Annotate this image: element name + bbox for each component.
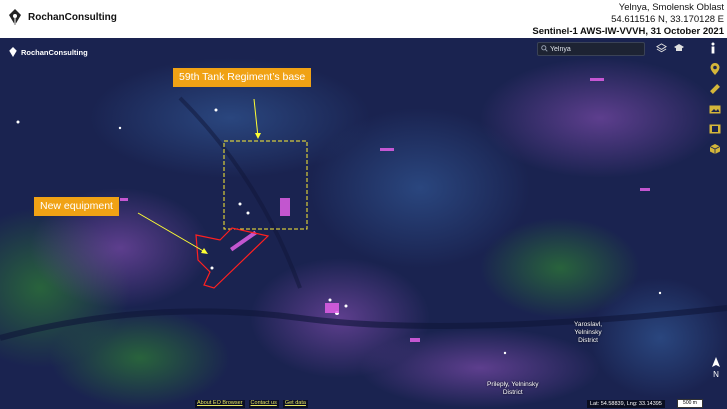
svg-text:N: N <box>713 370 719 379</box>
location-search[interactable] <box>537 42 645 56</box>
film-icon[interactable] <box>708 122 722 136</box>
pin-icon[interactable] <box>708 62 722 76</box>
search-input[interactable] <box>538 45 630 53</box>
brand-logo: RochanConsulting <box>6 8 117 26</box>
get-data-link[interactable]: Get data <box>282 400 308 408</box>
equipment-callout: New equipment <box>34 197 119 216</box>
sar-map-view[interactable]: RochanConsulting 59th Tank Regime <box>0 38 727 409</box>
cursor-coordinates: Lat: 54.58839, Lng: 33.14395 <box>587 400 665 408</box>
place-label-yaroslavl: Yaroslavl, Yelninsky District <box>574 321 603 344</box>
search-icon <box>541 45 548 52</box>
pen-nib-icon <box>6 8 24 26</box>
layers-icon[interactable] <box>654 41 668 55</box>
header-band: RochanConsulting Yelnya, Smolensk Oblast… <box>0 0 727 38</box>
pen-nib-icon <box>9 47 17 57</box>
sensor-date-text: Sentinel-1 AWS-IW-VVVH, 31 October 2021 <box>532 26 724 38</box>
image-icon[interactable] <box>708 102 722 116</box>
coordinates-text: 54.611516 N, 33.170128 E <box>611 14 724 26</box>
north-arrow-icon: N <box>711 357 721 381</box>
about-link[interactable]: About EO Browser <box>195 400 245 408</box>
place-label-prileply: Prileply, Yelninsky District <box>487 381 539 396</box>
scale-bar: 500 m <box>677 399 703 408</box>
location-text: Yelnya, Smolensk Oblast <box>618 2 724 13</box>
brand-name: RochanConsulting <box>28 11 117 23</box>
ruler-icon[interactable] <box>708 82 722 96</box>
base-callout: 59th Tank Regiment’s base <box>173 68 312 87</box>
graduation-cap-icon[interactable] <box>672 41 686 55</box>
map-watermark-text: RochanConsulting <box>21 47 88 57</box>
cube-icon[interactable] <box>708 142 722 156</box>
image-metadata: Yelnya, Smolensk Oblast 54.611516 N, 33.… <box>532 2 724 39</box>
map-watermark-logo: RochanConsulting <box>8 46 88 58</box>
footer-links: About EO Browser Contact us Get data <box>195 400 308 408</box>
map-side-toolbar <box>707 62 723 156</box>
info-icon[interactable] <box>706 41 720 55</box>
contact-link[interactable]: Contact us <box>248 400 279 408</box>
sar-imagery <box>0 38 727 409</box>
